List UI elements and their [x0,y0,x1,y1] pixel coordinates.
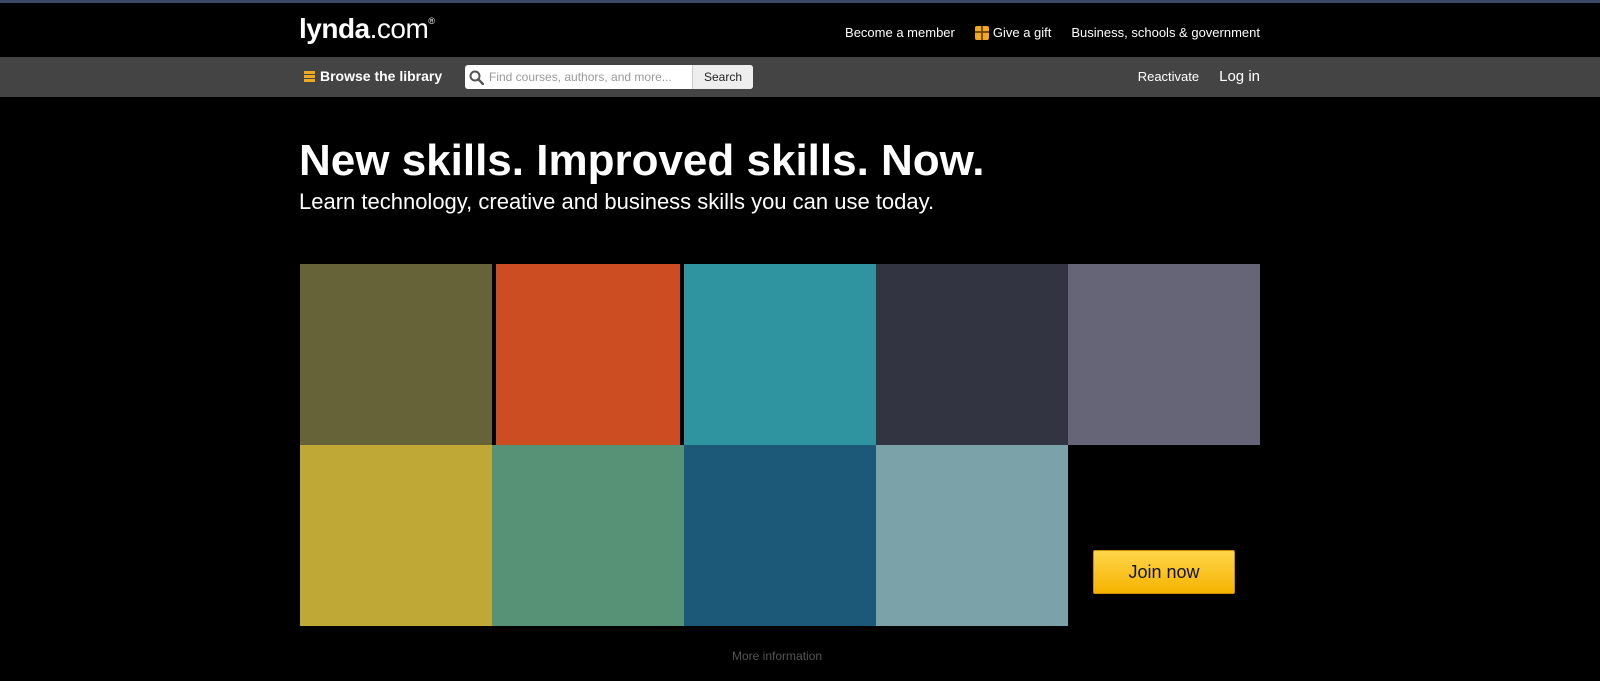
nav-right: Reactivate Log in [1138,68,1260,85]
browse-library-label: Browse the library [320,68,443,84]
more-information-link[interactable]: More information [732,649,822,663]
top-links: Become a member Give a gift Business, sc… [845,25,1260,40]
browse-library-button[interactable]: Browse the library [304,68,442,84]
tile-charcoal[interactable] [876,264,1068,445]
search-input[interactable] [487,65,692,89]
tile-olive[interactable] [300,264,492,445]
nav-bar: Browse the library Search Reactivate Log… [0,57,1600,97]
login-link[interactable]: Log in [1219,68,1260,85]
business-link[interactable]: Business, schools & government [1071,25,1260,40]
hero-title: New skills. Improved skills. Now. [299,136,985,185]
give-gift-label: Give a gift [992,25,1052,40]
search-icon [465,65,487,89]
logo-text-bold: lynda [299,13,370,44]
tile-slate[interactable] [1068,264,1260,445]
menu-icon [304,70,315,82]
hero-subtitle: Learn technology, creative and business … [299,189,935,214]
logo-registered-mark: ® [428,16,435,26]
give-gift-link[interactable]: Give a gift [974,25,1052,40]
search-box: Search [465,65,753,89]
logo-text-light: .com [369,13,429,44]
search-button[interactable]: Search [691,65,753,89]
tile-blue[interactable] [684,445,876,626]
tile-grayblue[interactable] [876,445,1068,626]
tile-green[interactable] [492,445,684,626]
gift-icon [974,25,989,40]
reactivate-link[interactable]: Reactivate [1138,69,1199,84]
tile-orange[interactable] [496,264,680,445]
join-now-button[interactable]: Join now [1093,550,1235,594]
become-member-link[interactable]: Become a member [845,25,955,40]
tile-mustard[interactable] [300,445,492,626]
lynda-logo[interactable]: lynda.com® [299,13,435,45]
top-bar: lynda.com® Become a member Give a gift B… [0,3,1600,57]
tile-teal[interactable] [684,264,876,445]
